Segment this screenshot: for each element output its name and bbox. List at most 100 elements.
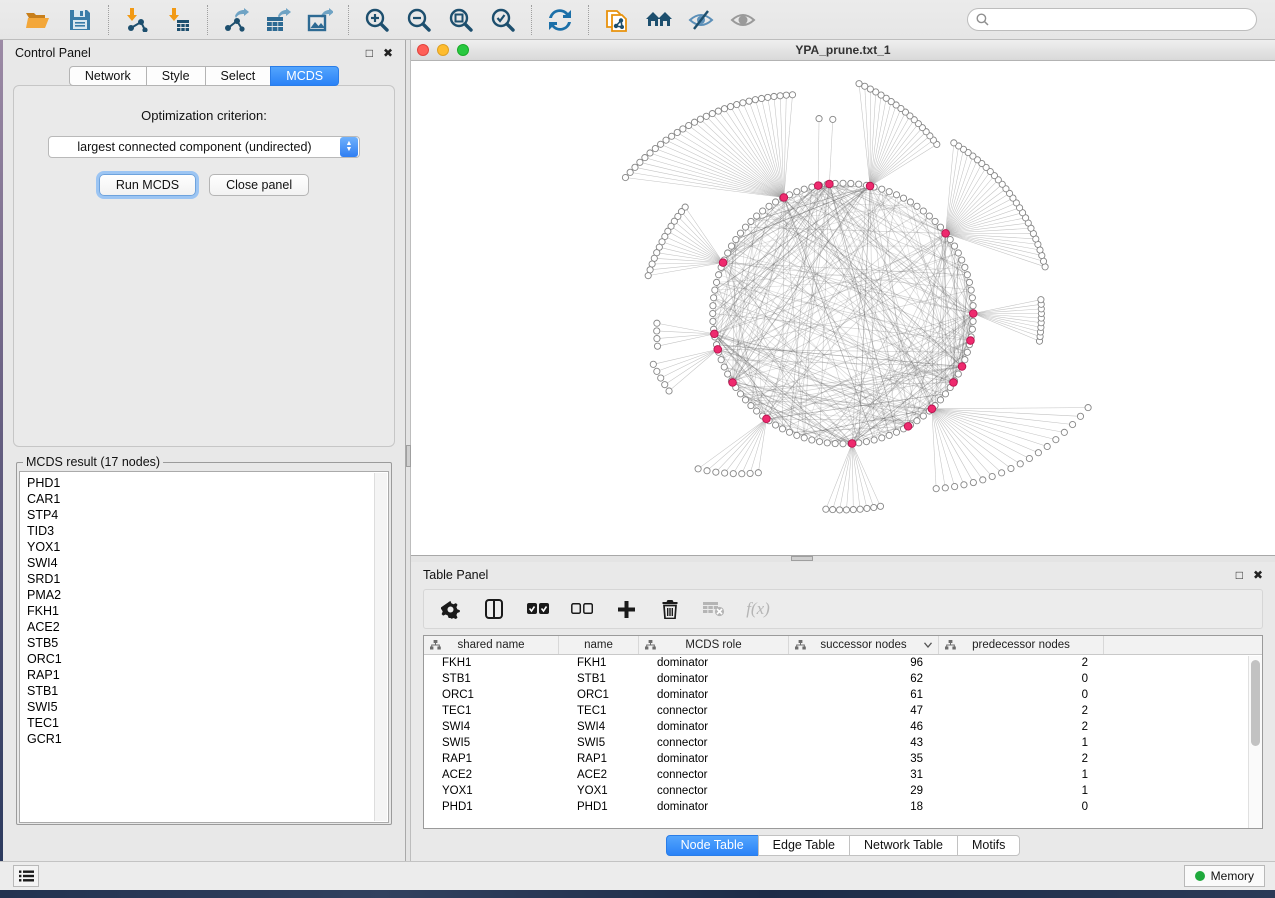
network-canvas[interactable] (411, 61, 1275, 555)
float-panel-icon[interactable]: □ (366, 47, 373, 59)
zoom-fit-button[interactable] (447, 6, 475, 34)
import-network-button[interactable] (123, 6, 151, 34)
mcds-node-item[interactable]: YOX1 (27, 539, 388, 555)
open-session-button[interactable] (24, 6, 52, 34)
mcds-node-item[interactable]: SRD1 (27, 571, 388, 587)
mcds-node-item[interactable]: STB5 (27, 635, 388, 651)
table-settings-button[interactable] (438, 597, 462, 621)
delete-column-button[interactable] (658, 597, 682, 621)
mcds-node-item[interactable]: TEC1 (27, 715, 388, 731)
refresh-layout-button[interactable] (546, 6, 574, 34)
mcds-node-item[interactable]: SWI5 (27, 699, 388, 715)
import-table-button[interactable] (165, 6, 193, 34)
function-builder-button[interactable]: f(x) (746, 597, 770, 621)
table-cell: 31 (789, 769, 939, 781)
table-cell: TEC1 (559, 705, 639, 717)
status-list-button[interactable] (13, 865, 39, 887)
mcds-node-item[interactable]: STB1 (27, 683, 388, 699)
table-row[interactable]: TEC1TEC1connector472 (424, 703, 1262, 719)
hide-selected-button[interactable] (687, 6, 715, 34)
status-bar: Memory (0, 861, 1275, 890)
table-header-row: shared namenameMCDS rolesuccessor nodesp… (424, 636, 1262, 655)
deselect-all-rows-button[interactable] (570, 597, 594, 621)
close-panel-icon[interactable]: ✖ (1253, 569, 1263, 581)
column-header-MCDS-role[interactable]: MCDS role (639, 636, 789, 654)
zoom-in-icon (365, 8, 389, 32)
network-window-titlebar[interactable]: YPA_prune.txt_1 (411, 40, 1275, 61)
export-image-button[interactable] (306, 6, 334, 34)
mcds-node-item[interactable]: RAP1 (27, 667, 388, 683)
table-row[interactable]: ORC1ORC1dominator610 (424, 687, 1262, 703)
delete-table-button[interactable] (702, 597, 726, 621)
show-all-button[interactable] (645, 6, 673, 34)
zoom-in-button[interactable] (363, 6, 391, 34)
table-row[interactable]: SWI4SWI4dominator462 (424, 719, 1262, 735)
new-network-from-selection-button[interactable] (603, 6, 631, 34)
control-panel-title: Control Panel (15, 46, 91, 60)
optimization-criterion-select[interactable]: largest connected component (undirected)… (48, 136, 360, 158)
export-table-button[interactable] (264, 6, 292, 34)
scrollbar-thumb[interactable] (1251, 660, 1260, 746)
column-header-shared-name[interactable]: shared name (424, 636, 559, 654)
column-header-name[interactable]: name (559, 636, 639, 654)
mcds-node-item[interactable]: PHD1 (27, 475, 388, 491)
add-column-button[interactable] (614, 597, 638, 621)
close-window-icon[interactable] (417, 44, 429, 56)
mcds-node-item[interactable]: STP4 (27, 507, 388, 523)
close-panel-icon[interactable]: ✖ (383, 47, 393, 59)
column-header-predecessor-nodes[interactable]: predecessor nodes (939, 636, 1104, 654)
mcds-node-item[interactable]: FKH1 (27, 603, 388, 619)
horizontal-splitter[interactable] (411, 556, 1275, 562)
save-session-button[interactable] (66, 6, 94, 34)
export-network-button[interactable] (222, 6, 250, 34)
column-view-button[interactable] (482, 597, 506, 621)
search-box[interactable] (967, 8, 1257, 31)
tab-node-table[interactable]: Node Table (666, 835, 759, 856)
tab-motifs[interactable]: Motifs (957, 835, 1020, 856)
tab-style[interactable]: Style (146, 66, 206, 86)
table-cell: RAP1 (559, 753, 639, 765)
zoom-selected-button[interactable] (489, 6, 517, 34)
table-row[interactable]: YOX1YOX1connector291 (424, 783, 1262, 799)
splitter-grip[interactable] (791, 556, 813, 561)
mcds-node-item[interactable]: TID3 (27, 523, 388, 539)
tab-network[interactable]: Network (69, 66, 147, 86)
float-panel-icon[interactable]: □ (1236, 569, 1243, 581)
mcds-node-item[interactable]: PMA2 (27, 587, 388, 603)
tab-edge-table[interactable]: Edge Table (758, 835, 850, 856)
mcds-result-list[interactable]: PHD1CAR1STP4TID3YOX1SWI4SRD1PMA2FKH1ACE2… (19, 471, 389, 823)
show-hidden-button[interactable] (729, 6, 757, 34)
tab-network-table[interactable]: Network Table (849, 835, 958, 856)
node-table: shared namenameMCDS rolesuccessor nodesp… (423, 635, 1263, 829)
table-row[interactable]: STB1STB1dominator620 (424, 671, 1262, 687)
network-file-icon (605, 7, 629, 33)
search-input[interactable] (995, 13, 1248, 27)
table-cell: connector (639, 705, 789, 717)
tab-mcds[interactable]: MCDS (270, 66, 339, 86)
table-row[interactable]: FKH1FKH1dominator962 (424, 655, 1262, 671)
mcds-node-item[interactable]: SWI4 (27, 555, 388, 571)
table-row[interactable]: RAP1RAP1dominator352 (424, 751, 1262, 767)
run-mcds-button[interactable]: Run MCDS (99, 174, 196, 196)
mcds-node-item[interactable]: CAR1 (27, 491, 388, 507)
mcds-node-item[interactable]: ACE2 (27, 619, 388, 635)
table-cell: TEC1 (424, 705, 559, 717)
mcds-list-scrollbar[interactable] (374, 473, 387, 821)
table-row[interactable]: SWI5SWI5connector431 (424, 735, 1262, 751)
table-row[interactable]: PHD1PHD1dominator180 (424, 799, 1262, 815)
table-row[interactable]: ACE2ACE2connector311 (424, 767, 1262, 783)
mcds-node-item[interactable]: GCR1 (27, 731, 388, 747)
column-tree-icon (645, 640, 656, 650)
column-header-successor-nodes[interactable]: successor nodes (789, 636, 939, 654)
table-scrollbar[interactable] (1248, 656, 1262, 828)
maximize-window-icon[interactable] (457, 44, 469, 56)
zoom-out-button[interactable] (405, 6, 433, 34)
close-panel-button[interactable]: Close panel (209, 174, 309, 196)
tab-select[interactable]: Select (205, 66, 272, 86)
memory-button[interactable]: Memory (1184, 865, 1265, 887)
export-table-icon (265, 8, 291, 32)
select-all-rows-button[interactable] (526, 597, 550, 621)
minimize-window-icon[interactable] (437, 44, 449, 56)
mcds-node-item[interactable]: ORC1 (27, 651, 388, 667)
trash-icon (662, 600, 678, 619)
